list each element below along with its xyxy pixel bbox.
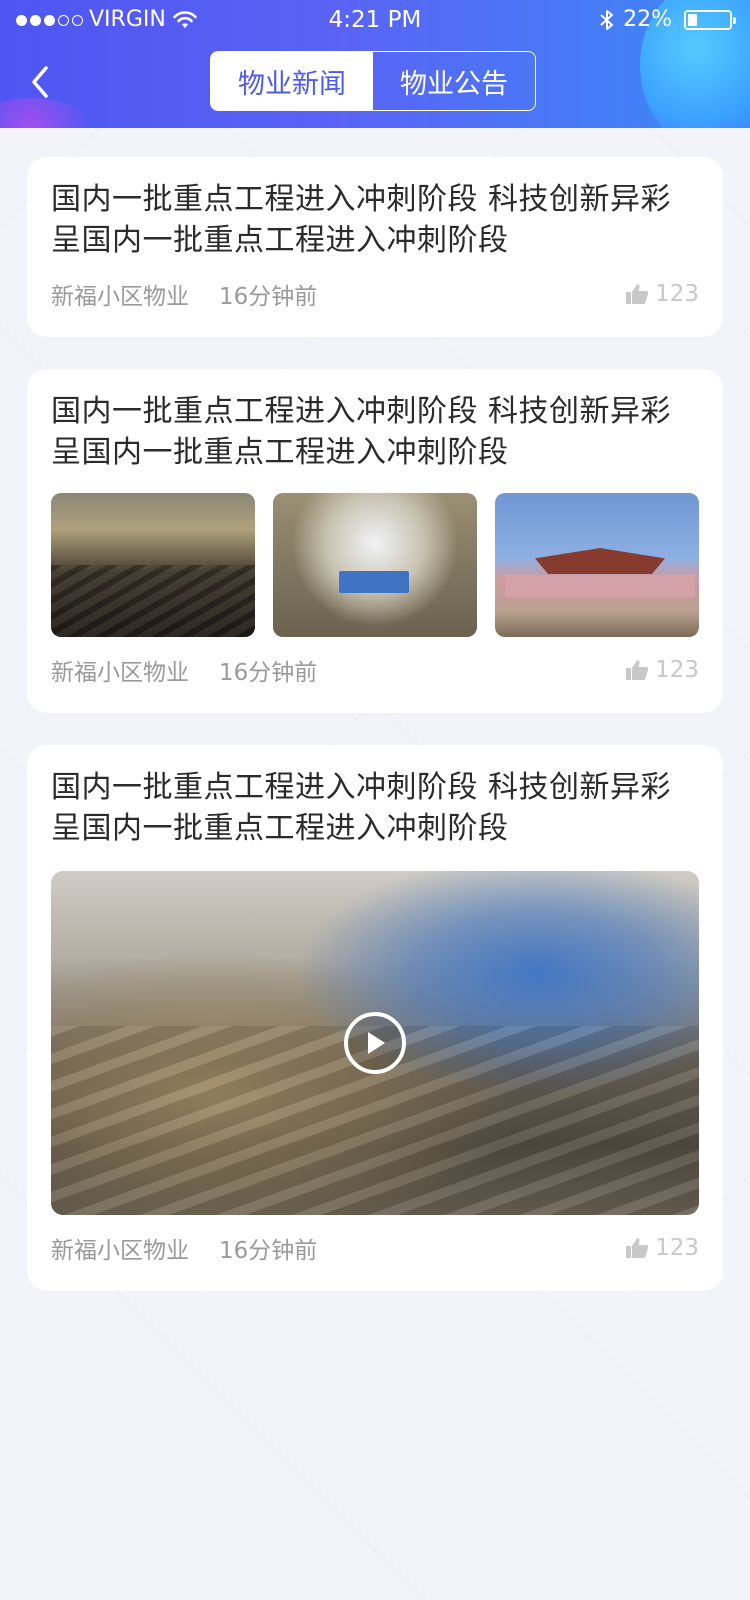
tab-property-notice[interactable]: 物业公告 (373, 52, 535, 110)
news-time: 16分钟前 (219, 284, 318, 310)
news-title: 国内一批重点工程进入冲刺阶段 科技创新异彩呈国内一批重点工程进入冲刺阶段 (51, 182, 672, 258)
news-card[interactable]: 国内一批重点工程进入冲刺阶段 科技创新异彩呈国内一批重点工程进入冲刺阶段 新福小… (27, 745, 723, 1291)
segment-tabs: 物业新闻 物业公告 (210, 51, 536, 111)
news-image-row (51, 493, 699, 637)
battery-icon (684, 10, 736, 30)
news-source: 新福小区物业 (51, 660, 189, 686)
news-meta: 新福小区物业 16分钟前 123 (51, 653, 699, 687)
play-button[interactable] (344, 1012, 406, 1074)
like-button[interactable]: 123 (625, 281, 699, 307)
play-icon (368, 1032, 385, 1054)
thumbs-up-icon (626, 284, 649, 304)
news-feed: 国内一批重点工程进入冲刺阶段 科技创新异彩呈国内一批重点工程进入冲刺阶段 新福小… (27, 157, 723, 1323)
decor-blob (0, 98, 100, 128)
news-title: 国内一批重点工程进入冲刺阶段 科技创新异彩呈国内一批重点工程进入冲刺阶段 (51, 394, 672, 470)
news-card[interactable]: 国内一批重点工程进入冲刺阶段 科技创新异彩呈国内一批重点工程进入冲刺阶段 新福小… (27, 369, 723, 713)
thumbs-up-icon (626, 1238, 649, 1258)
news-time: 16分钟前 (219, 1238, 318, 1264)
news-source: 新福小区物业 (51, 284, 189, 310)
status-right: 22% (599, 0, 736, 40)
battery-percentage: 22% (623, 7, 672, 32)
news-meta: 新福小区物业 16分钟前 123 (51, 277, 699, 311)
like-count: 123 (655, 281, 699, 307)
news-image[interactable] (51, 493, 255, 637)
news-card[interactable]: 国内一批重点工程进入冲刺阶段 科技创新异彩呈国内一批重点工程进入冲刺阶段 新福小… (27, 157, 723, 337)
bluetooth-icon (600, 10, 614, 30)
status-bar: VIRGIN 4:21 PM 22% (0, 0, 750, 40)
back-button[interactable] (20, 62, 60, 102)
like-count: 123 (655, 657, 699, 683)
news-title: 国内一批重点工程进入冲刺阶段 科技创新异彩呈国内一批重点工程进入冲刺阶段 (51, 770, 672, 846)
news-image[interactable] (273, 493, 477, 637)
chevron-left-icon (32, 66, 48, 98)
news-image[interactable] (495, 493, 699, 637)
news-meta: 新福小区物业 16分钟前 123 (51, 1231, 699, 1265)
thumbs-up-icon (626, 660, 649, 680)
tab-property-news[interactable]: 物业新闻 (211, 52, 373, 110)
like-count: 123 (655, 1235, 699, 1261)
like-button[interactable]: 123 (625, 657, 699, 683)
news-video[interactable] (51, 871, 699, 1215)
like-button[interactable]: 123 (625, 1235, 699, 1261)
top-header: VIRGIN 4:21 PM 22% 物业新闻 物业公告 (0, 0, 750, 128)
news-time: 16分钟前 (219, 660, 318, 686)
news-source: 新福小区物业 (51, 1238, 189, 1264)
